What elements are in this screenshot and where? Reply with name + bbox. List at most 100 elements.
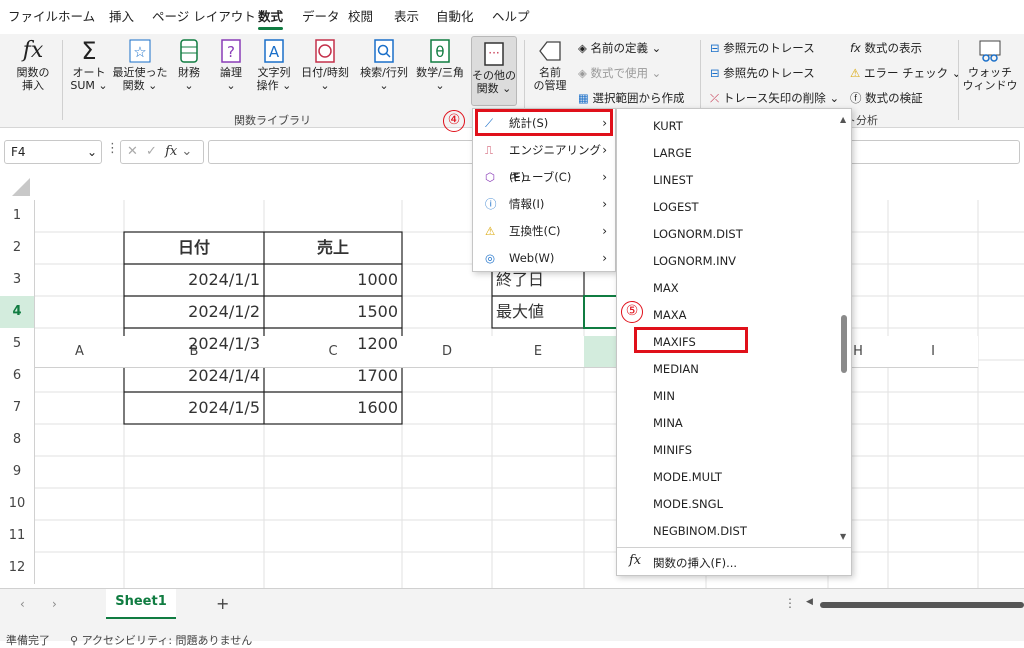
name-manager-button[interactable]: 名前 の管理	[530, 34, 570, 92]
row-header[interactable]: 10	[0, 488, 35, 520]
menu-item-compatibility[interactable]: ⚠ 互換性(C) ›	[473, 218, 615, 245]
function-item[interactable]: MIN	[653, 389, 675, 403]
function-item[interactable]: MINIFS	[653, 443, 692, 457]
function-item[interactable]: MODE.MULT	[653, 470, 722, 484]
row-header[interactable]: 1	[0, 200, 35, 232]
menu-item-information[interactable]: ⓘ 情報(I) ›	[473, 191, 615, 218]
text-functions-button[interactable]: A 文字列 操作 ⌄	[252, 34, 296, 92]
table-cell[interactable]: 1000	[264, 264, 402, 296]
more-functions-button[interactable]: ··· その他の 関数 ⌄	[471, 36, 517, 106]
row-header[interactable]: 5	[0, 328, 35, 360]
row-header[interactable]: 11	[0, 520, 35, 552]
table-header-cell[interactable]: 日付	[124, 232, 264, 264]
table-cell[interactable]: 2024/1/4	[124, 360, 264, 392]
recent-functions-button[interactable]: ☆ 最近使った 関数 ⌄	[112, 34, 168, 92]
sheet-tab-active[interactable]: Sheet1	[106, 589, 176, 619]
column-header[interactable]: E	[492, 336, 584, 368]
row-header[interactable]: 7	[0, 392, 35, 424]
chevron-right-icon[interactable]: ›	[52, 597, 57, 611]
function-item[interactable]: MAX	[653, 281, 679, 295]
tab-page-layout[interactable]: ページ レイアウト	[146, 0, 262, 34]
table-cell[interactable]: 2024/1/2	[124, 296, 264, 328]
scroll-left-icon[interactable]: ◀	[806, 597, 813, 607]
row-header[interactable]: 6	[0, 360, 35, 392]
logic-label: 論理	[220, 66, 242, 79]
create-from-selection-button[interactable]: ▦ 選択範囲から作成	[578, 90, 685, 106]
table-cell[interactable]: 2024/1/5	[124, 392, 264, 424]
cancel-icon[interactable]: ✕	[127, 144, 138, 159]
svg-text:☆: ☆	[133, 43, 146, 61]
tab-automate[interactable]: 自動化	[430, 0, 480, 34]
scroll-up-icon[interactable]: ▲	[840, 115, 846, 124]
accessibility-status[interactable]: ⚲ アクセシビリティ: 問題ありません	[70, 632, 252, 648]
watch-window-button[interactable]: ウォッチ ウィンドウ	[962, 34, 1018, 92]
add-sheet-icon[interactable]: +	[216, 594, 229, 613]
tab-insert[interactable]: 挿入	[103, 0, 140, 34]
label-cell[interactable]: 最大値	[492, 296, 584, 328]
logical-button[interactable]: ? 論理 ⌄	[212, 34, 250, 92]
chevron-left-icon[interactable]: ‹	[20, 597, 25, 611]
table-cell[interactable]: 1200	[264, 328, 402, 360]
datetime-button[interactable]: 日付/時刻 ⌄	[296, 34, 354, 92]
table-header-cell[interactable]: 売上	[264, 232, 402, 264]
table-cell[interactable]: 1700	[264, 360, 402, 392]
table-cell[interactable]: 2024/1/1	[124, 264, 264, 296]
row-header[interactable]: 9	[0, 456, 35, 488]
menu-item-cube[interactable]: ⬡ キューブ(C) ›	[473, 164, 615, 191]
function-item[interactable]: MODE.SNGL	[653, 497, 723, 511]
column-header[interactable]: A	[35, 336, 124, 368]
insert-function-menu-item[interactable]: 関数の挿入(F)...	[653, 555, 737, 571]
function-item[interactable]: LOGNORM.INV	[653, 254, 736, 268]
menu-item-engineering[interactable]: ⎍ エンジニアリング(E) ›	[473, 137, 615, 184]
evaluate-formula-button[interactable]: ⓕ 数式の検証	[850, 90, 923, 106]
lookup-button[interactable]: 検索/行列 ⌄	[356, 34, 412, 92]
function-item[interactable]: MINA	[653, 416, 683, 430]
define-name-button[interactable]: ◈ 名前の定義 ⌄	[578, 40, 661, 56]
tab-view[interactable]: 表示	[388, 0, 425, 34]
engineering-icon: ⎍	[485, 143, 494, 157]
menu-item-web[interactable]: ◎ Web(W) ›	[473, 245, 615, 272]
name-box[interactable]: F4 ⌄	[4, 140, 102, 164]
function-item[interactable]: LARGE	[653, 146, 692, 160]
remove-arrows-button[interactable]: ⤫ トレース矢印の削除 ⌄	[710, 90, 839, 106]
function-item[interactable]: LOGNORM.DIST	[653, 227, 743, 241]
tab-home[interactable]: ホーム	[52, 0, 101, 34]
function-item[interactable]: LOGEST	[653, 200, 699, 214]
table-cell[interactable]: 1500	[264, 296, 402, 328]
tab-help[interactable]: ヘルプ	[486, 0, 536, 34]
horizontal-scrollbar[interactable]	[820, 602, 1024, 608]
error-check-button[interactable]: ⚠ エラー チェック ⌄	[850, 65, 961, 81]
row-header[interactable]: 2	[0, 232, 35, 264]
function-item[interactable]: LINEST	[653, 173, 693, 187]
trace-precedents-button[interactable]: ⊟ 参照元のトレース	[710, 40, 815, 56]
row-header-selected[interactable]: 4	[0, 296, 35, 328]
scrollbar-thumb[interactable]	[841, 315, 847, 373]
row-header[interactable]: 3	[0, 264, 35, 296]
trace-dependents-button[interactable]: ⊟ 参照先のトレース	[710, 65, 815, 81]
check-icon[interactable]: ✓	[146, 144, 157, 159]
fx-icon[interactable]: fx	[165, 144, 177, 159]
function-item[interactable]: KURT	[653, 119, 683, 133]
table-cell[interactable]: 2024/1/3	[124, 328, 264, 360]
scroll-down-icon[interactable]: ▼	[840, 532, 846, 541]
function-item[interactable]: MEDIAN	[653, 362, 699, 376]
function-item[interactable]: NEGBINOM.DIST	[653, 524, 747, 538]
column-header[interactable]: D	[402, 336, 492, 368]
tab-data[interactable]: データ	[296, 0, 346, 34]
finance-label: 財務	[178, 66, 200, 79]
tag-icon	[537, 38, 563, 64]
row-header[interactable]: 12	[0, 552, 35, 584]
autosum-button[interactable]: Σ オート SUM ⌄	[66, 34, 112, 92]
financial-button[interactable]: 財務 ⌄	[170, 34, 208, 92]
tab-formulas[interactable]: 数式	[252, 0, 289, 34]
tab-review[interactable]: 校閲	[342, 0, 379, 34]
text-a-icon: A	[261, 38, 287, 64]
use-in-formula-button[interactable]: ◈ 数式で使用 ⌄	[578, 65, 661, 81]
show-formulas-button[interactable]: fx 数式の表示	[850, 40, 922, 56]
insert-function-button[interactable]: fx 関数の 挿入	[8, 34, 58, 92]
column-header[interactable]: I	[888, 336, 978, 368]
table-cell[interactable]: 1600	[264, 392, 402, 424]
row-header[interactable]: 8	[0, 424, 35, 456]
function-item[interactable]: MAXA	[653, 308, 687, 322]
math-button[interactable]: θ 数学/三角 ⌄	[412, 34, 468, 92]
